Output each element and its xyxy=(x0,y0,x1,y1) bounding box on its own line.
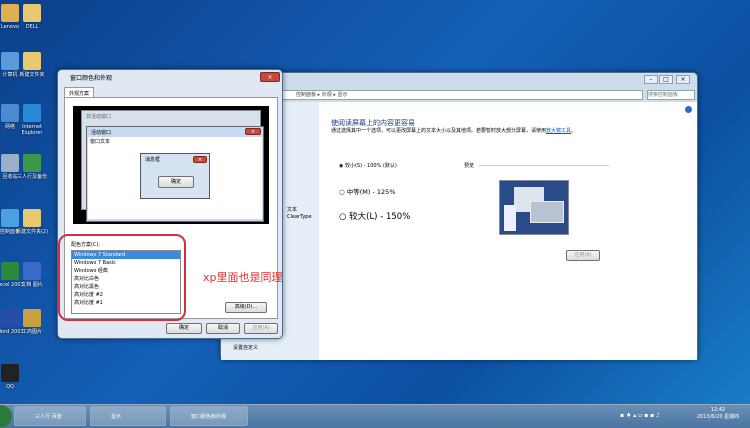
preview-area: 非活动窗口 活动窗口 × 窗口文本 消息框 × 确定 xyxy=(73,106,269,224)
magnifier-link[interactable]: 放大镜工具 xyxy=(546,128,571,134)
close-button[interactable]: × xyxy=(260,72,280,82)
annotation-text: xp里面也是同理 xyxy=(203,271,283,284)
search-input[interactable] xyxy=(647,90,695,100)
desktop-icon-image xyxy=(23,52,41,70)
desktop-icon-label: Internet Explorer xyxy=(21,124,43,136)
sidebar-link[interactable]: ClearType xyxy=(287,214,312,220)
maximize-button[interactable]: □ xyxy=(659,75,673,84)
help-icon[interactable] xyxy=(685,106,692,113)
option-label: 较小(S) - 100% (默认) xyxy=(344,163,397,169)
taskbar-item[interactable]: 三人行 百度 xyxy=(14,406,86,426)
apply-button[interactable]: 应用(A) xyxy=(244,323,278,334)
ok-button[interactable]: 确定 xyxy=(166,323,202,334)
taskbar-item[interactable]: 窗口颜色和外观 xyxy=(170,406,248,426)
desktop-icon-label: 新建文件夹 xyxy=(19,72,45,78)
clock[interactable]: 12:42 2013/6/20 星期四 xyxy=(690,407,746,421)
option-large[interactable]: ○ 较大(L) - 150% xyxy=(339,210,410,222)
clock-date: 2013/6/20 星期四 xyxy=(696,414,740,420)
minimize-button[interactable]: – xyxy=(644,75,658,84)
option-small[interactable]: ◉ 较小(S) - 100% (默认) xyxy=(339,162,397,169)
desktop-icon[interactable]: 工商图片 xyxy=(12,309,52,335)
active-window-title: 活动窗口 xyxy=(91,130,112,136)
preview-image xyxy=(499,180,569,235)
desktop-icon-label: 三人行及备份 xyxy=(16,174,47,180)
desktop-icon-image xyxy=(23,154,41,172)
desktop-icon-image xyxy=(23,209,41,227)
option-label: 中等(M) - 125% xyxy=(346,188,396,196)
dialog-title: 窗口颜色和外观 xyxy=(70,75,113,82)
preview-close-icon: × xyxy=(245,128,261,135)
msgbox-title: 消息框 xyxy=(145,157,161,163)
active-window: 活动窗口 × 窗口文本 消息框 × 确定 xyxy=(86,126,264,222)
sidebar-link[interactable]: 文本 xyxy=(287,206,297,213)
desktop-icon[interactable]: QQ xyxy=(0,364,30,390)
cancel-button[interactable]: 取消 xyxy=(206,323,240,334)
msgbox-ok-button: 确定 xyxy=(158,176,194,188)
option-label: 较大(L) - 150% xyxy=(349,212,411,222)
desktop-icon[interactable]: DELL xyxy=(12,4,52,30)
breadcrumb-item[interactable]: 显示 xyxy=(337,92,347,98)
preview-label: 预览 xyxy=(464,163,475,169)
desktop-icon[interactable]: 新建文件夹 xyxy=(12,52,52,78)
page-heading: 使阅读屏幕上的内容更容易 xyxy=(331,119,415,127)
desktop-icon-image xyxy=(23,262,41,280)
sidebar-link[interactable]: 设置自定义 xyxy=(233,344,258,351)
desktop-icon[interactable]: 三人行及备份 xyxy=(12,154,52,180)
desktop-icon-label: 工商图片 xyxy=(21,329,42,335)
desktop-icon-label: 文档 图片 xyxy=(21,282,43,288)
highlight-circle xyxy=(58,234,186,321)
breadcrumb-item[interactable]: 外观 xyxy=(322,92,332,98)
desktop-icon-image xyxy=(1,364,19,382)
desktop-icon-image xyxy=(23,309,41,327)
description-text: 通过选择其中一个选项，可以更改屏幕上的文本大小以及其他项。若要暂时放大部分屏幕，… xyxy=(331,128,547,134)
breadcrumb-item[interactable]: 控制面板 xyxy=(296,92,316,98)
tray-icons[interactable]: ▪ ♦ ▴ ▫ ▪ ▪ ♪ xyxy=(620,412,660,419)
description-end: 。 xyxy=(571,128,577,134)
description: 通过选择其中一个选项，可以更改屏幕上的文本大小以及其他项。若要暂时放大部分屏幕，… xyxy=(331,128,631,135)
desktop-icon[interactable]: 文档 图片 xyxy=(12,262,52,288)
desktop-icon-image xyxy=(23,4,41,22)
desktop-icon[interactable]: Internet Explorer xyxy=(12,104,52,136)
window-text: 窗口文本 xyxy=(90,139,111,145)
preview-divider xyxy=(479,165,609,166)
msgbox-close-icon: × xyxy=(193,156,207,163)
desktop-icon-label: QQ xyxy=(6,384,14,390)
taskbar-item[interactable]: 显示 xyxy=(90,406,166,426)
inactive-window-title: 非活动窗口 xyxy=(86,114,112,120)
desktop-icon-image xyxy=(23,104,41,122)
clock-time: 12:42 xyxy=(710,407,726,413)
address-bar[interactable]: 控制面板 ▸ 外观 ▸ 显示 xyxy=(225,90,643,100)
desktop-icon-label: DELL xyxy=(25,24,39,30)
advanced-button[interactable]: 高级(D)... xyxy=(225,302,267,313)
desktop-icon[interactable]: 新建文件夹(2) xyxy=(12,209,52,235)
apply-button[interactable]: 应用(A) xyxy=(566,250,600,261)
content: 使阅读屏幕上的内容更容易 通过选择其中一个选项，可以更改屏幕上的文本大小以及其他… xyxy=(319,102,697,360)
close-button[interactable]: × xyxy=(676,75,690,84)
display-window: – □ × 控制面板 ▸ 外观 ▸ 显示 文本 ClearType 设置自定义 … xyxy=(220,72,698,360)
message-box: 消息框 × 确定 xyxy=(140,153,210,199)
desktop-icon-label: 新建文件夹(2) xyxy=(15,229,49,235)
option-medium[interactable]: ○ 中等(M) - 125% xyxy=(339,186,396,196)
